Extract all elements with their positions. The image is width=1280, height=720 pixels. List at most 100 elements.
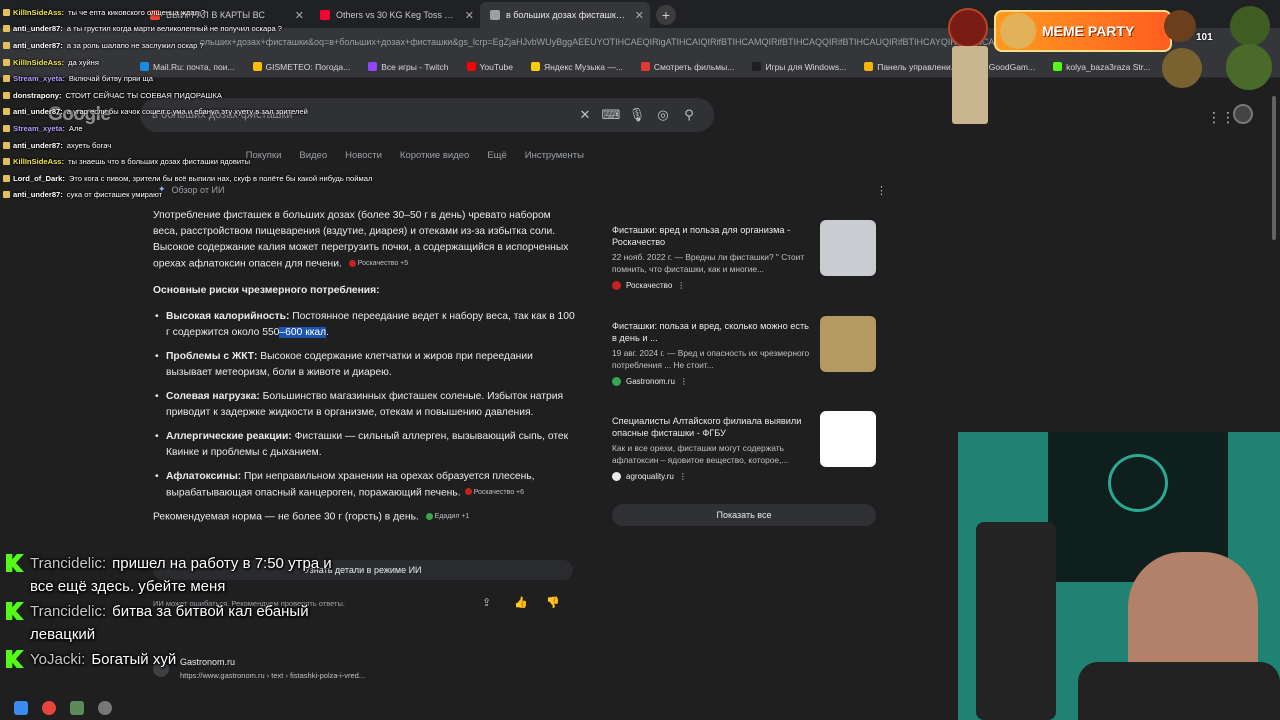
browser-tab[interactable]: в больших дозах фисташки - П ✕ <box>480 2 650 28</box>
source-thumbnail[interactable] <box>820 316 876 372</box>
roskachestvo-icon <box>464 488 472 496</box>
citation-chip[interactable]: Роскачество +5 <box>348 256 409 272</box>
streamer-shirt <box>1078 662 1280 720</box>
bookmark-label: YouTube <box>479 61 513 72</box>
taskbar <box>0 696 140 720</box>
source-thumbnail[interactable] <box>820 411 876 467</box>
chat-badge-icon <box>3 191 10 199</box>
chat-text: сука от фисташек умирают <box>66 190 163 200</box>
skull-badge-icon <box>1226 44 1272 90</box>
kick-chat-message: Trancidelic: пришел на работу в 7:50 утра… <box>6 552 336 598</box>
site-favicon <box>612 281 621 290</box>
bookmark-label: GoodGam... <box>988 61 1036 72</box>
more-options-icon[interactable]: ⋮ <box>679 472 687 481</box>
search-tab[interactable]: Короткие видео <box>400 150 469 161</box>
wax-seal-icon <box>948 8 988 48</box>
close-tab-icon[interactable]: ✕ <box>635 9 644 22</box>
more-options-icon[interactable]: ⋮ <box>677 281 685 290</box>
risk-title: Афлатоксины: <box>166 470 242 482</box>
bookmark-item[interactable]: YouTube <box>466 61 513 72</box>
mic-icon[interactable]: 🎙 <box>624 107 650 123</box>
source-site-name: agroquality.ru <box>626 472 674 481</box>
bookmark-item[interactable]: Яндекс Музыка —... <box>530 62 623 72</box>
chat-badge-icon <box>3 58 10 66</box>
avatar[interactable] <box>1233 104 1253 124</box>
bookmark-label: Все игры - Twitch <box>381 61 449 72</box>
recommendation: Рекомендуемая норма — не более 30 г (гор… <box>153 509 575 526</box>
close-tab-icon[interactable]: ✕ <box>465 9 474 22</box>
bookmark-item[interactable]: Смотреть фильмы... <box>640 61 735 72</box>
edadil-icon <box>425 513 433 521</box>
roskachestvo-icon <box>348 259 356 267</box>
bookmark-item[interactable]: Все игры - Twitch <box>368 61 449 72</box>
stream-chat-small: KillInSideAss: ты че епта киковского олще… <box>3 4 373 203</box>
chat-badge-icon <box>3 91 10 99</box>
page-scrollbar[interactable] <box>1272 96 1276 240</box>
thumbs-down-icon[interactable]: 👎 <box>546 596 560 609</box>
kick-icon <box>6 554 24 572</box>
chat-message: Stream_xyeta: Включай битву пряи ща <box>3 70 373 87</box>
source-card[interactable]: Специалисты Алтайского филиала выявили о… <box>612 411 876 481</box>
clear-icon[interactable]: ✕ <box>572 107 598 123</box>
source-site: Gastronom.ru ⋮ <box>612 377 876 386</box>
thumbs-up-icon[interactable]: 👍 <box>514 596 528 609</box>
search-icon[interactable]: ⚲ <box>676 107 702 123</box>
chat-username: Stream_xyeta: <box>13 74 65 84</box>
bookmark-item[interactable]: kolya_baza3raza Str... <box>1053 62 1150 72</box>
share-icon[interactable]: ⇪ <box>482 596 491 609</box>
achievement-badges <box>1160 4 1278 96</box>
gaming-chair <box>976 522 1056 720</box>
app-icon[interactable] <box>70 701 84 715</box>
more-options-icon[interactable]: ⋮ <box>876 184 887 197</box>
badge-count: 101 <box>1196 32 1213 43</box>
chat-badge-icon <box>3 124 10 132</box>
more-options-icon[interactable]: ⋮ <box>680 377 688 386</box>
bookmark-item[interactable]: Игры для Windows... <box>752 62 846 72</box>
chat-username: anti_under87: <box>13 190 63 200</box>
kick-icon <box>6 602 24 620</box>
chat-message: KillInSideAss: да хуйня <box>3 54 373 71</box>
chat-message: KillInSideAss: ты знаешь что в больших до… <box>3 153 373 170</box>
citation-chip[interactable]: Едадил +1 <box>425 509 469 525</box>
settings-icon[interactable] <box>98 701 112 715</box>
chat-text: Включай битву пряи ща <box>68 74 153 84</box>
chrome-icon[interactable] <box>42 701 56 715</box>
parchment-scroll-icon <box>952 46 988 124</box>
chat-message: donstrapony: СТОИТ СЕЙЧАС ТЫ СОЕВАЯ ПИДОР… <box>3 87 373 104</box>
bookmark-icon <box>864 62 874 71</box>
chat-username: Lord_of_Dark: <box>13 173 65 183</box>
source-card[interactable]: Фисташки: вред и польза для организма - … <box>612 220 876 290</box>
source-title[interactable]: Фисташки: польза и вред, сколько можно е… <box>612 320 812 344</box>
site-favicon <box>612 377 621 386</box>
source-title[interactable]: Фисташки: вред и польза для организма - … <box>612 224 812 248</box>
source-card[interactable]: Фисташки: польза и вред, сколько можно е… <box>612 316 876 386</box>
show-all-button[interactable]: Показать все <box>612 504 876 526</box>
keyboard-icon[interactable]: ⌨ <box>598 107 624 123</box>
chat-text: ты че епта киковского олщенца ждал ? <box>68 7 206 17</box>
chat-badge-icon <box>3 75 10 83</box>
selected-text: –600 ккал <box>279 326 327 338</box>
risk-title: Аллергические реакции: <box>166 430 292 442</box>
chat-text: да хуйня <box>68 57 99 67</box>
apps-grid-icon[interactable]: ⋮⋮ <box>1207 109 1235 126</box>
search-tab[interactable]: Инструменты <box>525 150 584 161</box>
lens-icon[interactable]: ◎ <box>650 107 676 123</box>
citation-label: Роскачество +5 <box>357 260 409 267</box>
search-tab[interactable]: Ещё <box>487 150 506 161</box>
bookmark-label: Смотреть фильмы... <box>653 61 735 72</box>
chat-text: СТОИТ СЕЙЧАС ТЫ СОЕВАЯ ПИДОРАШКА <box>65 90 222 100</box>
source-title[interactable]: Специалисты Алтайского филиала выявили о… <box>612 415 812 439</box>
risk-item: Солевая нагрузка: Большинство магазинных… <box>153 389 575 421</box>
source-thumbnail[interactable] <box>820 220 876 276</box>
chat-message: anti_under87: а угар если бы качок сошел … <box>3 104 373 121</box>
new-tab-button[interactable]: + <box>656 5 676 25</box>
chat-text: а ты грустил когда марти великолепный не… <box>66 24 283 34</box>
chat-badge-icon <box>3 8 10 16</box>
chat-username: YoJacki: <box>30 651 86 668</box>
windows-start-icon[interactable] <box>14 701 28 715</box>
bookmark-item[interactable]: Панель управлени... <box>864 62 958 72</box>
source-site: Роскачество ⋮ <box>612 281 876 290</box>
kick-chat-message: Trancidelic: битва за битвой кал ебаный л… <box>6 600 336 646</box>
citation-chip[interactable]: Роскачество +6 <box>464 485 524 501</box>
chat-text: ты знаешь что в больших дозах фисташки я… <box>68 157 251 167</box>
